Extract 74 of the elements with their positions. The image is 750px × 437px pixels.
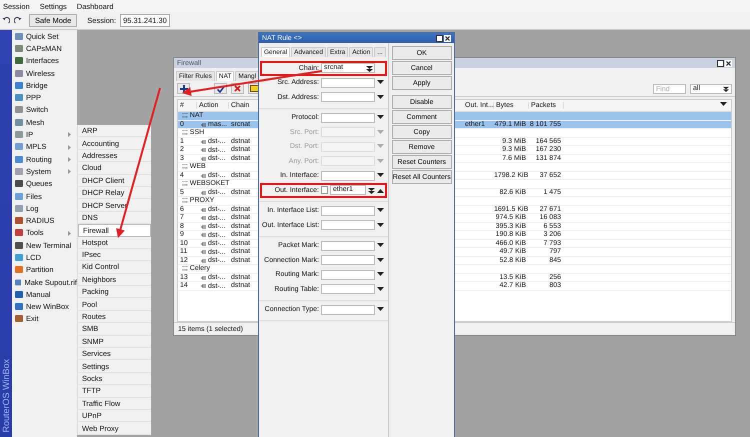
maximize-icon[interactable]	[436, 34, 443, 42]
input-field[interactable]	[321, 284, 375, 294]
action-icon	[201, 172, 207, 178]
tile-icon	[15, 44, 23, 52]
dropdown-arrow-icon[interactable]	[377, 94, 384, 100]
close-icon[interactable]	[725, 60, 732, 66]
close-icon[interactable]	[444, 34, 451, 42]
dropdown-arrow-icon[interactable]	[377, 258, 384, 263]
input-field[interactable]	[321, 270, 375, 280]
action-icon	[201, 224, 207, 230]
tile-icon	[15, 315, 23, 322]
action-icon	[201, 190, 207, 196]
double-arrow-icon[interactable]	[368, 186, 375, 194]
tile-icon	[15, 290, 23, 298]
tile-icon	[15, 217, 23, 224]
tile-icon	[15, 192, 23, 200]
tile-icon	[15, 168, 23, 175]
action-icon	[201, 283, 207, 289]
tile-icon	[15, 82, 23, 89]
input-field[interactable]	[321, 206, 375, 216]
tile-icon	[15, 204, 23, 212]
tile-icon	[15, 180, 23, 188]
tile-icon	[15, 156, 23, 163]
tile-icon	[15, 254, 23, 261]
undo-icon[interactable]	[2, 16, 10, 24]
dropdown-arrow-icon[interactable]	[377, 80, 384, 86]
action-icon	[201, 215, 207, 221]
dropdown-arrow-icon[interactable]	[377, 272, 384, 278]
action-icon	[201, 138, 207, 144]
dropdown-arrow-icon[interactable]	[377, 222, 384, 228]
tile-icon	[15, 118, 23, 126]
action-icon	[201, 147, 207, 153]
checkbox[interactable]	[321, 186, 328, 194]
redo-icon[interactable]	[14, 16, 22, 24]
input-field[interactable]	[321, 255, 375, 266]
double-arrow-icon[interactable]	[723, 86, 729, 92]
input-field[interactable]	[321, 170, 375, 181]
maximize-icon[interactable]	[717, 60, 724, 66]
action-icon	[201, 206, 207, 212]
tile-icon	[15, 94, 23, 102]
dropdown-arrow-icon[interactable]	[377, 208, 384, 214]
action-icon	[201, 258, 207, 264]
dropdown-arrow-icon[interactable]	[377, 286, 384, 292]
tile-icon	[15, 57, 23, 64]
dropdown-arrow-icon[interactable]	[377, 243, 384, 248]
input-field[interactable]	[321, 78, 375, 88]
input-field[interactable]	[321, 220, 375, 230]
tile-icon	[15, 143, 23, 150]
action-icon	[201, 122, 207, 128]
input-field[interactable]	[321, 92, 375, 102]
dropdown-arrow-icon[interactable]	[720, 102, 727, 107]
action-icon	[201, 232, 207, 238]
tile-icon	[15, 303, 23, 310]
tile-icon	[15, 131, 23, 138]
dropdown-arrow-icon[interactable]	[377, 307, 384, 312]
action-icon	[201, 274, 207, 280]
tile-icon	[15, 70, 23, 77]
dropdown-arrow-icon[interactable]	[377, 173, 384, 178]
side-label: RouterOS WinBox	[1, 359, 11, 433]
double-arrow-icon[interactable]	[366, 64, 373, 72]
tile-icon	[15, 229, 23, 236]
tile-icon	[15, 106, 23, 114]
input-field[interactable]	[321, 240, 375, 251]
action-icon	[201, 240, 207, 246]
input-field[interactable]	[321, 112, 375, 123]
tile-icon	[15, 242, 23, 249]
dropdown-arrow-icon[interactable]	[377, 115, 384, 120]
input-field[interactable]	[321, 304, 375, 315]
tile-icon	[15, 32, 23, 40]
up-arrow-icon[interactable]	[377, 188, 384, 193]
tile-icon	[15, 266, 23, 274]
action-icon	[201, 156, 207, 162]
action-icon	[201, 249, 207, 255]
tile-icon	[15, 278, 22, 286]
